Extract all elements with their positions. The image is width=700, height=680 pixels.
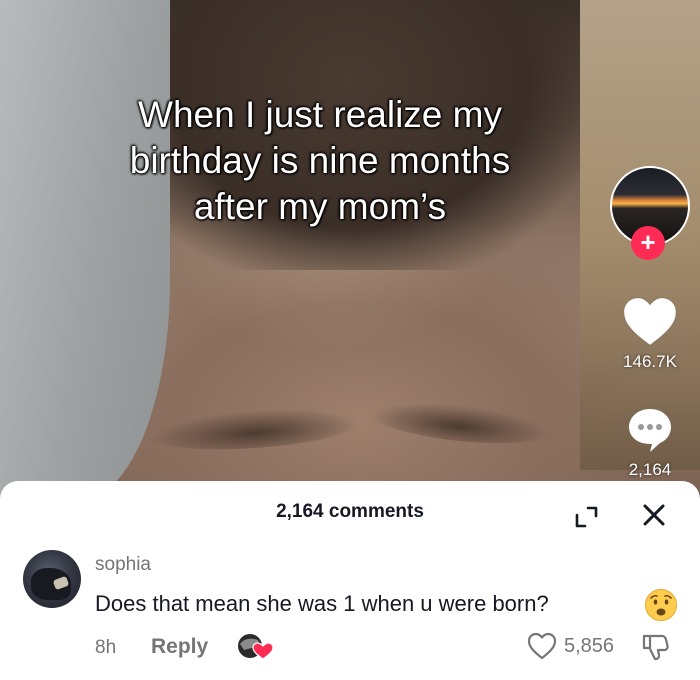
- caption-line-1: When I just realize my: [138, 94, 502, 135]
- comments-sheet: 2,164 comments sophia Does that mean she…: [0, 481, 700, 680]
- like-heart-icon[interactable]: [622, 296, 678, 348]
- expand-icon[interactable]: [571, 501, 601, 531]
- comment-bubble-icon[interactable]: [626, 406, 674, 454]
- follow-button[interactable]: +: [631, 226, 665, 260]
- comment-text: Does that mean she was 1 when u were bor…: [95, 591, 549, 616]
- rail-comment-count: 2,164: [628, 460, 672, 479]
- dislike-thumb-icon[interactable]: [640, 631, 670, 661]
- video-right-brow: [368, 395, 552, 451]
- close-icon[interactable]: [638, 499, 670, 531]
- liked-by-creator-icon: [238, 634, 274, 660]
- commenter-avatar[interactable]: [23, 550, 81, 608]
- comment-like-count: 5,856: [564, 635, 615, 657]
- comment-timestamp: 8h: [95, 637, 117, 658]
- video-caption-overlay: When I just realize my birthday is nine …: [60, 92, 580, 230]
- reply-button[interactable]: Reply: [151, 635, 208, 659]
- app-screen: When I just realize my birthday is nine …: [0, 0, 700, 680]
- commenter-username[interactable]: sophia: [95, 554, 151, 576]
- video-player[interactable]: When I just realize my birthday is nine …: [0, 0, 700, 500]
- video-pillow: [0, 0, 170, 500]
- caption-line-3: after my mom’s: [193, 186, 447, 227]
- worried-face-emoji-icon: [645, 589, 677, 621]
- like-count: 146.7K: [623, 352, 677, 371]
- comment-like-heart-icon[interactable]: [527, 631, 557, 661]
- caption-line-2: birthday is nine months: [129, 140, 511, 181]
- video-left-brow: [148, 402, 362, 456]
